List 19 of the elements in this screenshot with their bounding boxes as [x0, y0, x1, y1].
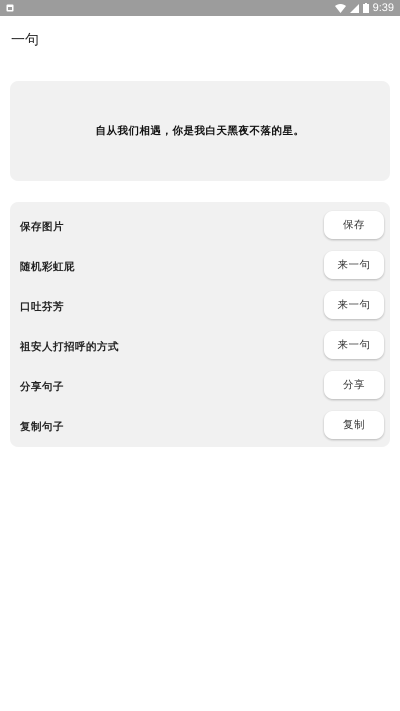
action-button[interactable]: 来一句	[324, 291, 384, 319]
action-button[interactable]: 保存	[324, 211, 384, 239]
battery-icon	[362, 3, 369, 13]
quote-text: 自从我们相遇，你是我白天黑夜不落的星。	[96, 124, 304, 138]
notification-icon	[6, 4, 14, 12]
action-label: 保存图片	[20, 220, 64, 234]
page-title: 一句	[10, 31, 40, 50]
action-label: 祖安人打招呼的方式	[20, 340, 119, 354]
action-button[interactable]: 来一句	[324, 331, 384, 359]
action-label: 复制句子	[20, 420, 64, 434]
status-time: 9:39	[372, 2, 394, 14]
wifi-icon	[334, 4, 346, 12]
action-button[interactable]: 来一句	[324, 251, 384, 279]
signal-icon	[350, 4, 359, 12]
action-button[interactable]: 分享	[324, 371, 384, 399]
action-label: 随机彩虹屁	[20, 260, 75, 274]
action-button[interactable]: 复制	[324, 411, 384, 439]
action-label: 分享句子	[20, 380, 64, 394]
action-label: 口吐芬芳	[20, 300, 64, 314]
